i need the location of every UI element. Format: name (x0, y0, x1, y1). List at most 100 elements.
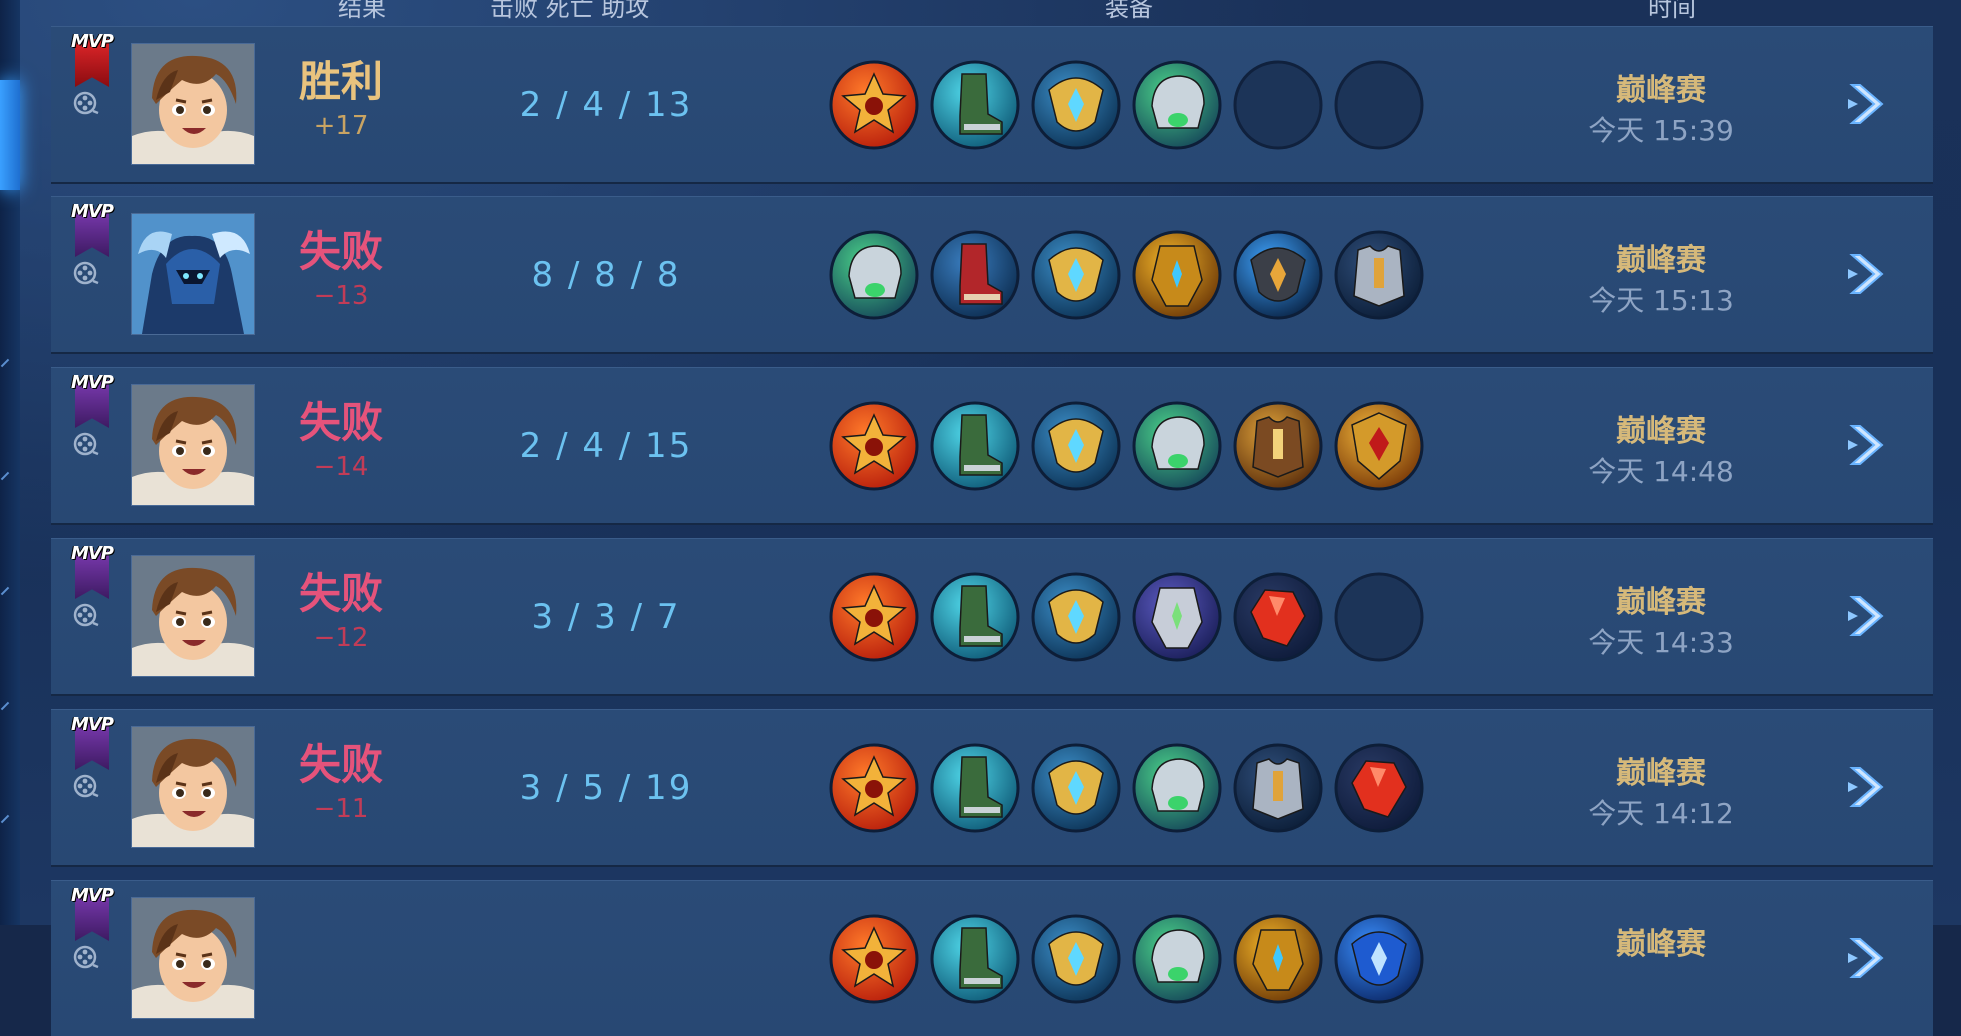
match-result: 胜利 (298, 57, 383, 106)
game-mode: 巅峰赛 (1616, 585, 1706, 620)
match-row[interactable]: MVP 失败 −11 3 / 5 / 19 巅峰赛 今天 14:12 (51, 709, 1933, 865)
match-row[interactable]: MVP 失败 −13 8 / 8 / 8 巅峰赛 今天 15:13 (51, 196, 1933, 352)
steel-chestplate-icon (1334, 230, 1424, 320)
mvp-label: MVP (70, 372, 114, 393)
game-mode: 巅峰赛 (1616, 927, 1706, 962)
hero-portrait[interactable] (131, 384, 255, 506)
column-header: 结果 击败 死亡 助攻 装备 时间 (0, 0, 1961, 22)
detail-arrow-icon[interactable] (1844, 249, 1894, 299)
rank-score-delta: −11 (313, 794, 369, 824)
sidebar-tick-icon (0, 814, 10, 824)
detail-arrow-icon[interactable] (1844, 79, 1894, 129)
blue-orb-icon (1334, 914, 1424, 1004)
red-armor-boots-icon (930, 230, 1020, 320)
mvp-label: MVP (70, 714, 114, 735)
replay-film-icon[interactable] (71, 943, 99, 971)
rank-score-delta: −13 (313, 281, 369, 311)
hero-portrait[interactable] (131, 726, 255, 848)
fire-orb-icon (829, 60, 919, 150)
gold-blue-crest-icon (1031, 401, 1121, 491)
kda-stats: 3 / 5 / 19 (519, 768, 693, 808)
match-result: 失败 (298, 398, 383, 447)
empty-item-slot (1334, 60, 1424, 150)
silver-green-helm-icon (1132, 743, 1222, 833)
match-row[interactable]: MVP 失败 −14 2 / 4 / 15 巅峰赛 今天 14:48 (51, 367, 1933, 523)
match-time: 今天 14:48 (1588, 455, 1734, 488)
match-time: 今天 14:12 (1588, 797, 1734, 830)
header-items: 装备 (1105, 0, 1153, 22)
gold-red-shield-icon (1334, 401, 1424, 491)
game-mode: 巅峰赛 (1616, 243, 1706, 278)
mvp-label: MVP (70, 885, 114, 906)
red-crystal-icon (1233, 572, 1323, 662)
kda-stats: 2 / 4 / 15 (519, 426, 693, 466)
mvp-label: MVP (70, 201, 114, 222)
game-mode: 巅峰赛 (1616, 73, 1706, 108)
rank-score-delta: +17 (313, 111, 369, 141)
silver-green-helm-icon (829, 230, 919, 320)
match-time: 今天 14:33 (1588, 626, 1734, 659)
left-sidebar-strip (0, 0, 20, 925)
green-boots-icon (930, 401, 1020, 491)
hero-portrait[interactable] (131, 213, 255, 335)
gold-blue-crest-icon (1031, 60, 1121, 150)
gold-blue-crest-icon (1031, 914, 1121, 1004)
fire-orb-icon (829, 743, 919, 833)
match-row[interactable]: MVP 失败 −12 3 / 3 / 7 巅峰赛 今天 14:33 (51, 538, 1933, 694)
gold-mask-icon (1132, 230, 1222, 320)
sidebar-tick-icon (0, 701, 10, 711)
gold-blue-crest-icon (1031, 572, 1121, 662)
fire-orb-icon (829, 914, 919, 1004)
bronze-claw-armor-icon (1233, 401, 1323, 491)
sidebar-active-indicator (0, 80, 20, 190)
red-crystal-icon (1334, 743, 1424, 833)
detail-arrow-icon[interactable] (1844, 420, 1894, 470)
match-result: 失败 (298, 569, 383, 618)
green-boots-icon (930, 743, 1020, 833)
match-result: 失败 (298, 227, 383, 276)
green-boots-icon (930, 60, 1020, 150)
match-row[interactable]: MVP 巅峰赛 (51, 880, 1933, 1036)
match-time: 今天 15:39 (1588, 114, 1734, 147)
steel-chestplate-icon (1233, 743, 1323, 833)
match-time: 今天 15:13 (1588, 284, 1734, 317)
sidebar-tick-icon (0, 586, 10, 596)
mvp-badge: MVP (69, 883, 115, 941)
replay-film-icon[interactable] (71, 89, 99, 117)
hero-portrait[interactable] (131, 43, 255, 165)
detail-arrow-icon[interactable] (1844, 762, 1894, 812)
replay-film-icon[interactable] (71, 601, 99, 629)
green-boots-icon (930, 914, 1020, 1004)
silver-green-helm-icon (1132, 914, 1222, 1004)
silver-green-helm-icon (1132, 60, 1222, 150)
rank-score-delta: −14 (313, 452, 369, 482)
mvp-badge: MVP (69, 29, 115, 87)
hero-portrait[interactable] (131, 555, 255, 677)
empty-item-slot (1334, 572, 1424, 662)
kda-stats: 8 / 8 / 8 (531, 255, 681, 295)
header-kda: 击败 死亡 助攻 (490, 0, 650, 22)
silver-purple-mask-icon (1132, 572, 1222, 662)
rank-score-delta: −12 (313, 623, 369, 653)
dark-gauntlet-icon (1233, 230, 1323, 320)
detail-arrow-icon[interactable] (1844, 591, 1894, 641)
game-mode: 巅峰赛 (1616, 414, 1706, 449)
game-mode: 巅峰赛 (1616, 756, 1706, 791)
hero-portrait[interactable] (131, 897, 255, 1019)
mvp-label: MVP (70, 31, 114, 52)
replay-film-icon[interactable] (71, 772, 99, 800)
mvp-badge: MVP (69, 199, 115, 257)
fire-orb-icon (829, 572, 919, 662)
detail-arrow-icon[interactable] (1844, 933, 1894, 983)
empty-item-slot (1233, 60, 1323, 150)
match-row[interactable]: MVP 胜利 +17 2 / 4 / 13 巅峰赛 今天 15:39 (51, 26, 1933, 182)
green-boots-icon (930, 572, 1020, 662)
replay-film-icon[interactable] (71, 259, 99, 287)
kda-stats: 2 / 4 / 13 (519, 85, 693, 125)
replay-film-icon[interactable] (71, 430, 99, 458)
mvp-badge: MVP (69, 370, 115, 428)
sidebar-tick-icon (0, 358, 10, 368)
silver-green-helm-icon (1132, 401, 1222, 491)
sidebar-tick-icon (0, 471, 10, 481)
fire-orb-icon (829, 401, 919, 491)
